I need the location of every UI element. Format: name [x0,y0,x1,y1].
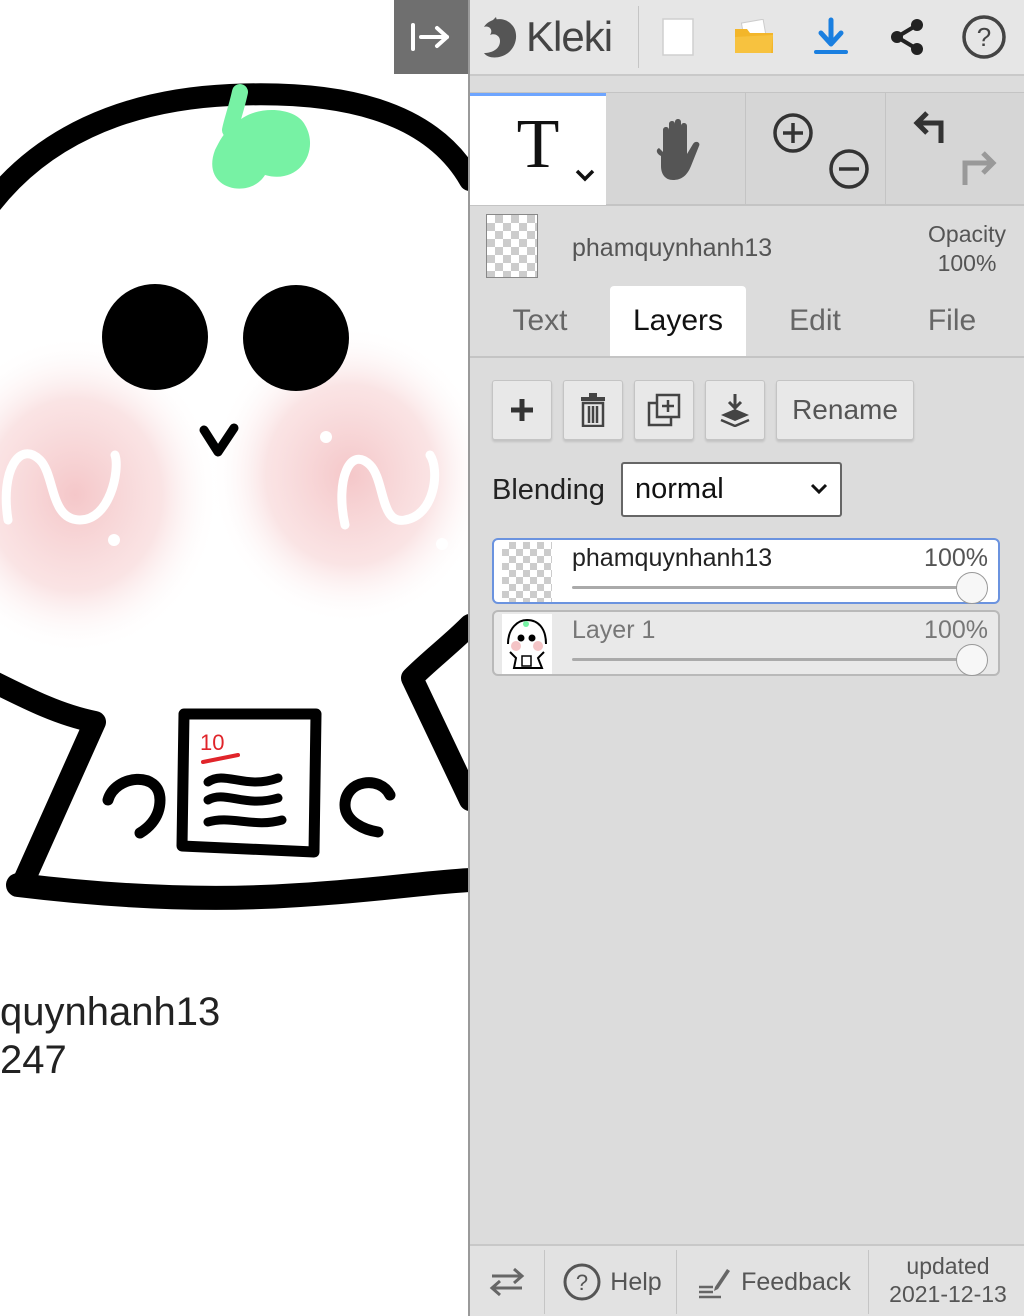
left-eye [102,284,208,390]
layer-opacity: 100% [924,616,988,644]
sidebar: Kleki ? T phamquynhanh13 Opacity 100% Te… [468,0,1024,1316]
merge-down-icon [720,394,750,427]
text-tool-button[interactable]: T [470,93,606,205]
right-blush [210,325,468,625]
hand-icon [656,119,699,180]
download-button[interactable] [794,0,868,74]
feedback-link[interactable]: Feedback [682,1246,866,1316]
layer-opacity-slider-handle[interactable] [956,572,988,604]
tab-text[interactable]: Text [480,286,600,356]
paper-score: 10 [200,730,224,755]
layer-row[interactable]: Layer 1 100% [492,610,1000,676]
updated-date: 2021-12-13 [889,1281,1007,1307]
history-controls [888,93,1024,205]
help-label: Help [610,1267,662,1296]
blending-mode-value: normal [635,473,724,505]
download-icon [814,17,848,54]
top-toolbar: Kleki ? [470,0,1024,76]
undo-icon[interactable] [913,111,944,143]
hand-tool-button[interactable] [608,93,746,205]
rename-layer-button[interactable]: Rename [776,380,914,440]
layer-opacity-slider-handle[interactable] [956,644,988,676]
body-left [0,672,106,896]
history-icons [913,111,997,185]
ghost-drawing: 10 [0,83,468,910]
tab-edit[interactable]: Edit [750,286,880,356]
active-layer-thumbnail [486,214,538,278]
canvas-text-name: quynhanh13 [0,990,221,1034]
chevron-down-icon [810,483,828,495]
svg-text:?: ? [977,22,991,52]
kleki-logo-icon [484,17,517,58]
panel-tabs: Text Layers Edit File [470,286,1024,358]
delete-layer-button[interactable] [563,380,623,440]
add-layer-button[interactable] [492,380,552,440]
layer-opacity-slider[interactable] [572,658,972,661]
chevron-down-icon[interactable] [574,168,596,182]
bottom-bar: ? Help Feedback updated 2021-12-13 [470,1244,1024,1316]
trash-icon [581,393,605,427]
app-name: Kleki [526,13,613,60]
body-bottom [6,868,468,910]
layer-name: phamquynhanh13 [572,544,773,572]
body-right [401,614,468,811]
active-layer-strip: phamquynhanh13 Opacity 100% [470,208,1024,284]
layer-thumbnail [502,614,552,674]
kleki-logo-button[interactable]: Kleki [478,0,638,74]
duplicate-icon [647,393,681,427]
redo-icon[interactable] [962,151,997,185]
right-eye [243,285,349,391]
layer-name: Layer 1 [572,616,656,644]
tool-row: T [470,92,1024,206]
opacity-label: Opacity [928,221,1006,247]
zoom-out-icon[interactable] [828,149,869,189]
feedback-pen-icon [699,1269,731,1299]
opacity-value: 100% [937,250,997,276]
kleki-app: 10 quynhanh13 247 Kleki ? T phamquynhanh… [0,0,1024,1316]
layer-thumbnail [502,542,552,602]
duplicate-layer-button[interactable] [634,380,694,440]
help-link[interactable]: ? Help [550,1246,674,1316]
tab-layers[interactable]: Layers [610,286,746,356]
bottom-divider [544,1250,545,1314]
swap-side-button[interactable] [470,1246,544,1316]
share-button[interactable] [870,0,944,74]
text-tool-icon: T [516,105,560,183]
open-file-button[interactable] [716,0,792,74]
drawing-canvas[interactable]: 10 quynhanh13 247 [0,0,468,1316]
updated-info: updated 2021-12-13 [870,1252,1024,1308]
toolbar-divider [638,6,639,68]
open-folder-icon [735,19,773,53]
zoom-icons [772,113,869,189]
share-icon [891,19,923,55]
zoom-controls [748,93,886,205]
canvas-text-number: 247 [0,1038,67,1082]
help-button[interactable]: ? [946,0,1022,74]
opacity-readout: Opacity 100% [928,220,1006,278]
help-circle-icon: ? [962,15,1006,59]
collapse-sidebar-button[interactable] [394,0,468,74]
layer-row[interactable]: phamquynhanh13 100% [492,538,1000,604]
tab-file[interactable]: File [890,286,1014,356]
bottom-divider [868,1250,869,1314]
new-document-icon [662,18,694,56]
active-layer-name: phamquynhanh13 [572,234,773,262]
merge-layer-down-button[interactable] [705,380,765,440]
blending-mode-select[interactable]: normal [621,462,842,517]
blending-label: Blending [492,474,605,506]
collapse-sidebar-icon [411,23,449,51]
svg-text:?: ? [576,1270,588,1295]
layer-opacity-slider[interactable] [572,586,972,589]
feedback-label: Feedback [741,1267,851,1296]
swap-arrows-icon [489,1267,525,1297]
zoom-in-icon[interactable] [772,113,813,153]
help-circle-icon: ? [563,1263,601,1301]
updated-label: updated [906,1253,990,1279]
layer-opacity: 100% [924,544,988,572]
new-document-button[interactable] [642,0,714,74]
bottom-divider [676,1250,677,1314]
plus-icon [511,399,533,421]
